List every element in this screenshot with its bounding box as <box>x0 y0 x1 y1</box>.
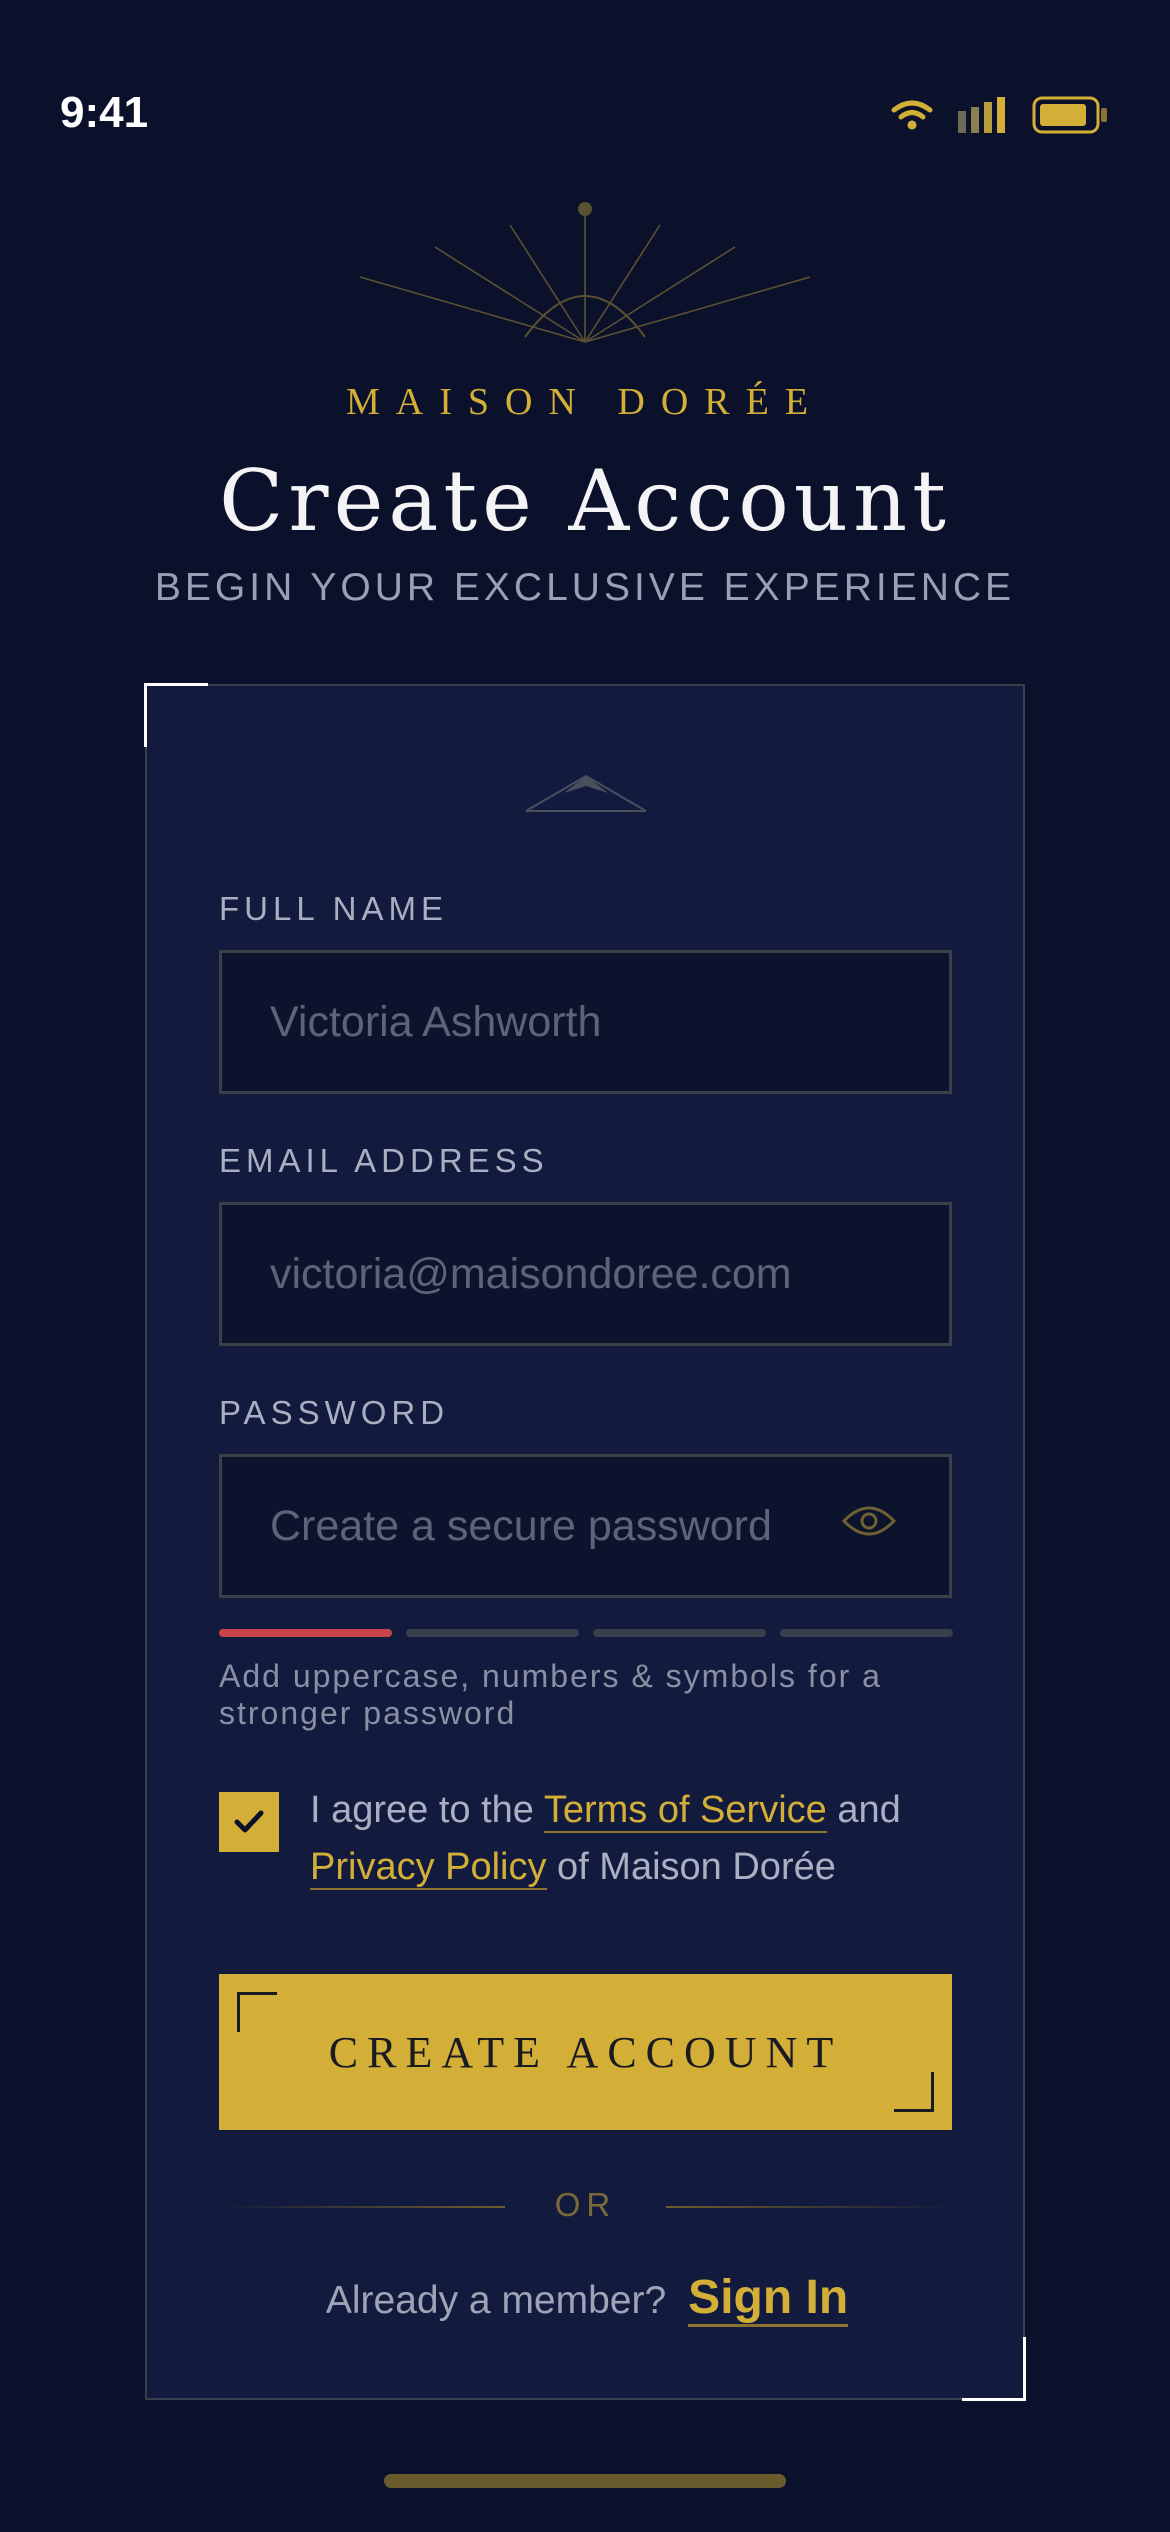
full-name-field-box <box>219 950 952 1094</box>
full-name-input[interactable] <box>222 953 949 1091</box>
divider-line-right <box>666 2206 952 2208</box>
password-input[interactable] <box>222 1457 949 1595</box>
terms-agreement-text: I agree to the Terms of Service and Priva… <box>310 1782 970 1896</box>
email-label: EMAIL ADDRESS <box>219 1142 549 1179</box>
signal-icon <box>958 97 1005 133</box>
status-icons <box>890 96 1108 134</box>
card-corner-top-left <box>144 683 208 747</box>
member-prompt-text: Already a member? <box>325 2279 667 2322</box>
checkmark-icon <box>234 1810 264 1833</box>
strength-segment <box>406 1629 579 1637</box>
password-label: PASSWORD <box>219 1394 450 1431</box>
create-account-label: CREATE ACCOUNT <box>328 2027 843 2077</box>
password-strength-meter <box>219 1629 953 1637</box>
terms-middle: and <box>826 1789 901 1831</box>
strength-segment <box>219 1629 392 1637</box>
strength-segment <box>780 1629 953 1637</box>
battery-icon <box>1032 96 1107 134</box>
email-field-box <box>219 1202 952 1346</box>
password-field-box <box>219 1454 952 1598</box>
terms-suffix: of Maison Dorée <box>546 1846 836 1888</box>
email-input[interactable] <box>222 1205 949 1343</box>
divider-or: OR <box>554 2186 617 2223</box>
button-corner-bottom-right <box>894 2072 934 2112</box>
sign-in-prompt: Already a member? Sign In <box>147 2270 1027 2327</box>
create-account-button[interactable]: CREATE ACCOUNT <box>219 1974 952 2130</box>
home-indicator[interactable] <box>384 2474 786 2488</box>
terms-prefix: I agree to the <box>310 1789 544 1831</box>
status-time: 9:41 <box>60 88 149 137</box>
sign-in-link[interactable]: Sign In <box>688 2271 849 2327</box>
full-name-label: FULL NAME <box>219 890 448 927</box>
eye-icon[interactable] <box>841 1503 897 1539</box>
wifi-icon <box>891 100 933 130</box>
sunburst-ornament-icon <box>359 202 811 343</box>
page-subtitle: BEGIN YOUR EXCLUSIVE EXPERIENCE <box>154 566 1016 609</box>
password-hint: Add uppercase, numbers & symbols for a s… <box>219 1658 882 1731</box>
divider-line-left <box>219 2206 505 2208</box>
page-title: Create Account <box>219 452 951 550</box>
strength-segment <box>593 1629 766 1637</box>
brand-name: MAISON DORÉE <box>345 381 825 423</box>
terms-of-service-link[interactable]: Terms of Service <box>543 1789 827 1833</box>
privacy-policy-link[interactable]: Privacy Policy <box>310 1846 547 1890</box>
card-corner-bottom-right <box>962 2337 1026 2401</box>
terms-checkbox[interactable] <box>219 1792 279 1852</box>
chevron-ornament-icon <box>525 774 647 812</box>
signup-card: FULL NAME EMAIL ADDRESS PASSWORD Add upp… <box>144 683 1027 2401</box>
button-corner-top-left <box>237 1992 277 2032</box>
